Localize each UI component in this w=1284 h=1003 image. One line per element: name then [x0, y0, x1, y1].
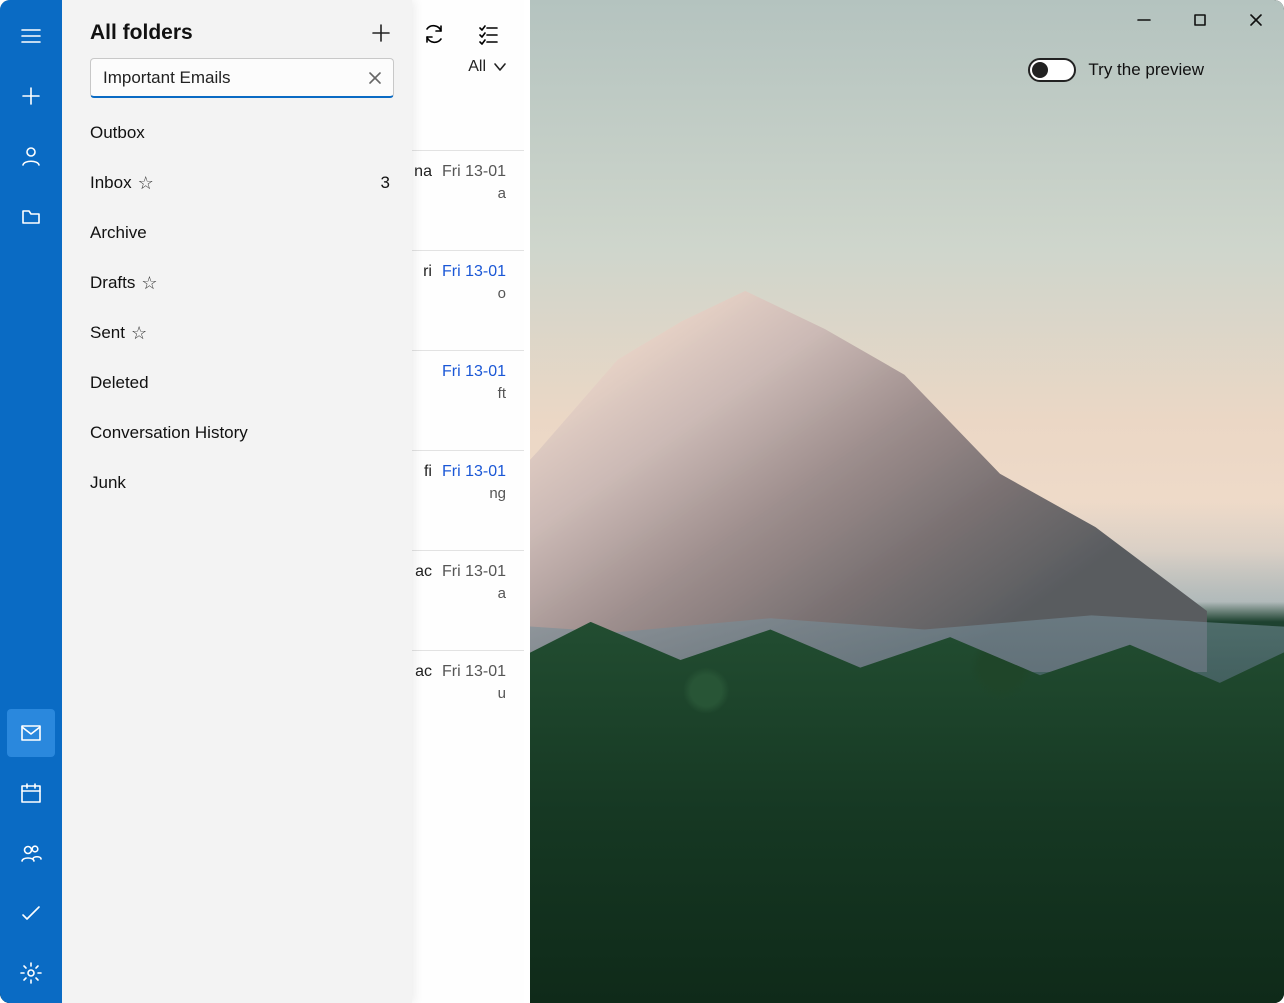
todo-app-button[interactable]	[7, 889, 55, 937]
accounts-button[interactable]	[7, 132, 55, 180]
selection-mode-button[interactable]	[468, 14, 508, 54]
mail-app-button[interactable]	[7, 709, 55, 757]
minimize-button[interactable]	[1116, 0, 1172, 40]
folder-item[interactable]: Drafts ☆	[62, 258, 412, 308]
hamburger-button[interactable]	[7, 12, 55, 60]
star-icon[interactable]: ☆	[131, 323, 147, 344]
folder-item-label: Conversation History	[90, 423, 248, 443]
close-button[interactable]	[1228, 0, 1284, 40]
folder-name-input[interactable]	[91, 68, 357, 88]
try-preview-toggle[interactable]: Try the preview	[1028, 58, 1204, 82]
toggle-switch[interactable]	[1028, 58, 1076, 82]
message-subject-fragment: ac	[415, 563, 432, 581]
message-date: Fri 13-01	[442, 663, 506, 681]
folder-item[interactable]: Outbox	[62, 108, 412, 158]
star-icon[interactable]: ☆	[138, 173, 154, 194]
folder-item-count: 3	[381, 173, 390, 193]
calendar-app-button[interactable]	[7, 769, 55, 817]
sync-button[interactable]	[414, 14, 454, 54]
new-mail-button[interactable]	[7, 72, 55, 120]
filter-label: All	[468, 58, 486, 76]
settings-button[interactable]	[7, 949, 55, 997]
people-app-button[interactable]	[7, 829, 55, 877]
folder-item[interactable]: Junk	[62, 458, 412, 508]
folder-item-label: Inbox	[90, 173, 132, 193]
folder-item[interactable]: Sent ☆	[62, 308, 412, 358]
folder-item-label: Deleted	[90, 373, 149, 393]
folder-item[interactable]: Deleted	[62, 358, 412, 408]
folder-item-label: Drafts	[90, 273, 135, 293]
chevron-down-icon	[492, 59, 508, 75]
folders-button[interactable]	[7, 192, 55, 240]
folder-item[interactable]: Inbox ☆ 3	[62, 158, 412, 208]
new-folder-button[interactable]	[364, 16, 398, 50]
message-subject-fragment: na	[414, 163, 432, 181]
folders-flyout: All folders OutboxInbox☆3ArchiveDrafts☆S…	[62, 0, 412, 1003]
nav-rail	[0, 0, 62, 1003]
message-date: Fri 13-01	[442, 263, 506, 281]
message-date: Fri 13-01	[442, 563, 506, 581]
folders-title: All folders	[90, 21, 364, 45]
try-preview-label: Try the preview	[1088, 60, 1204, 80]
message-subject-fragment: ri	[423, 263, 432, 281]
message-date: Fri 13-01	[442, 163, 506, 181]
folder-item[interactable]: Archive	[62, 208, 412, 258]
filter-dropdown[interactable]: All	[468, 58, 508, 76]
close-icon	[368, 71, 382, 85]
clear-input-button[interactable]	[357, 59, 393, 96]
message-subject-fragment: ac	[415, 663, 432, 681]
window-controls	[1116, 0, 1284, 40]
folder-item-label: Sent	[90, 323, 125, 343]
message-subject-fragment: fi	[424, 463, 432, 481]
folder-item[interactable]: Conversation History	[62, 408, 412, 458]
star-icon[interactable]: ☆	[141, 273, 157, 294]
message-date: Fri 13-01	[442, 463, 506, 481]
maximize-button[interactable]	[1172, 0, 1228, 40]
message-date: Fri 13-01	[442, 363, 506, 381]
folder-name-field[interactable]	[90, 58, 394, 98]
folder-item-label: Archive	[90, 223, 147, 243]
folder-item-label: Outbox	[90, 123, 145, 143]
folder-item-label: Junk	[90, 473, 126, 493]
